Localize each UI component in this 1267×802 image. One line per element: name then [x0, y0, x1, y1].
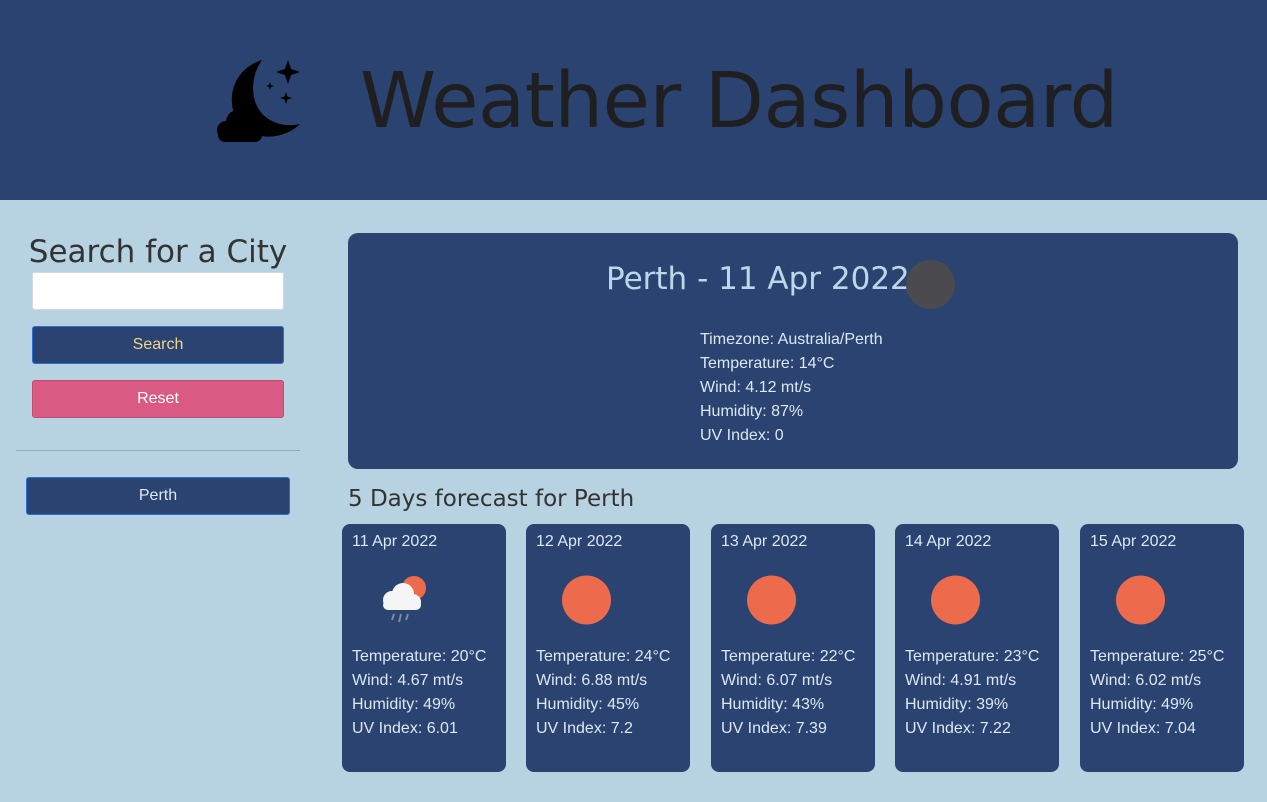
forecast-date: 13 Apr 2022	[721, 533, 808, 550]
current-humidity: Humidity: 87%	[700, 403, 804, 420]
forecast-uv-index: UV Index: 7.22	[905, 720, 1011, 737]
current-temperature: Temperature: 14°C	[700, 355, 835, 372]
forecast-uv-index: UV Index: 7.2	[536, 720, 633, 737]
app-header: Weather Dashboard	[0, 0, 1267, 200]
forecast-card: 13 Apr 2022 Temperature: 22°C Wind: 6.07…	[711, 524, 875, 772]
forecast-card: 15 Apr 2022 Temperature: 25°C Wind: 6.02…	[1080, 524, 1244, 772]
forecast-wind: Wind: 4.91 mt/s	[905, 672, 1017, 689]
search-title: Search for a City	[28, 234, 288, 270]
forecast-wind: Wind: 6.02 mt/s	[1090, 672, 1202, 689]
forecast-wind: Wind: 6.07 mt/s	[721, 672, 833, 689]
forecast-stats: Temperature: 20°C Wind: 4.67 mt/s Humidi…	[352, 645, 486, 741]
forecast-humidity: Humidity: 49%	[1090, 696, 1194, 713]
forecast-uv-index: UV Index: 6.01	[352, 720, 458, 737]
forecast-temperature: Temperature: 20°C	[352, 648, 487, 665]
rain-cloud-sun-icon	[383, 576, 426, 623]
forecast-wind: Wind: 6.88 mt/s	[536, 672, 648, 689]
forecast-humidity: Humidity: 49%	[352, 696, 456, 713]
current-timezone: Timezone: Australia/Perth	[700, 331, 883, 348]
forecast-temperature: Temperature: 22°C	[721, 648, 856, 665]
history-city-button[interactable]: Perth	[26, 477, 290, 515]
current-weather-details: Timezone: Australia/Perth Temperature: 1…	[700, 328, 883, 448]
forecast-date: 11 Apr 2022	[352, 533, 438, 550]
forecast-humidity: Humidity: 45%	[536, 696, 640, 713]
forecast-humidity: Humidity: 43%	[721, 696, 825, 713]
forecast-temperature: Temperature: 25°C	[1090, 648, 1225, 665]
weather-icon	[906, 260, 955, 309]
forecast-stats: Temperature: 24°C Wind: 6.88 mt/s Humidi…	[536, 645, 670, 741]
forecast-date: 14 Apr 2022	[905, 533, 992, 550]
current-weather-title: Perth - 11 Apr 2022	[606, 261, 910, 297]
sidebar-divider	[16, 450, 300, 451]
forecast-card: 14 Apr 2022 Temperature: 23°C Wind: 4.91…	[895, 524, 1059, 772]
moon-cloud-stars-icon	[217, 60, 300, 142]
forecast-card: 11 Apr 2022 Temperature: 20°C Wind: 4.67…	[342, 524, 506, 772]
forecast-stats: Temperature: 22°C Wind: 6.07 mt/s Humidi…	[721, 645, 855, 741]
sun-icon	[931, 575, 980, 625]
sun-icon	[562, 575, 611, 625]
forecast-uv-index: UV Index: 7.39	[721, 720, 827, 737]
app-title: Weather Dashboard	[360, 57, 1118, 146]
forecast-temperature: Temperature: 23°C	[905, 648, 1040, 665]
search-button[interactable]: Search	[32, 326, 284, 364]
current-uv-index: UV Index: 0	[700, 427, 784, 444]
reset-button[interactable]: Reset	[32, 380, 284, 418]
sun-icon	[747, 575, 796, 625]
sun-icon	[1116, 575, 1165, 625]
forecast-stats: Temperature: 23°C Wind: 4.91 mt/s Humidi…	[905, 645, 1039, 741]
forecast-humidity: Humidity: 39%	[905, 696, 1009, 713]
city-search-input[interactable]	[32, 272, 284, 310]
forecast-date: 12 Apr 2022	[536, 533, 623, 550]
forecast-wind: Wind: 4.67 mt/s	[352, 672, 464, 689]
forecast-card: 12 Apr 2022 Temperature: 24°C Wind: 6.88…	[526, 524, 690, 772]
forecast-stats: Temperature: 25°C Wind: 6.02 mt/s Humidi…	[1090, 645, 1224, 741]
forecast-date: 15 Apr 2022	[1090, 533, 1177, 550]
forecast-uv-index: UV Index: 7.04	[1090, 720, 1196, 737]
forecast-temperature: Temperature: 24°C	[536, 648, 671, 665]
current-wind: Wind: 4.12 mt/s	[700, 379, 812, 396]
forecast-heading: 5 Days forecast for Perth	[348, 486, 635, 512]
